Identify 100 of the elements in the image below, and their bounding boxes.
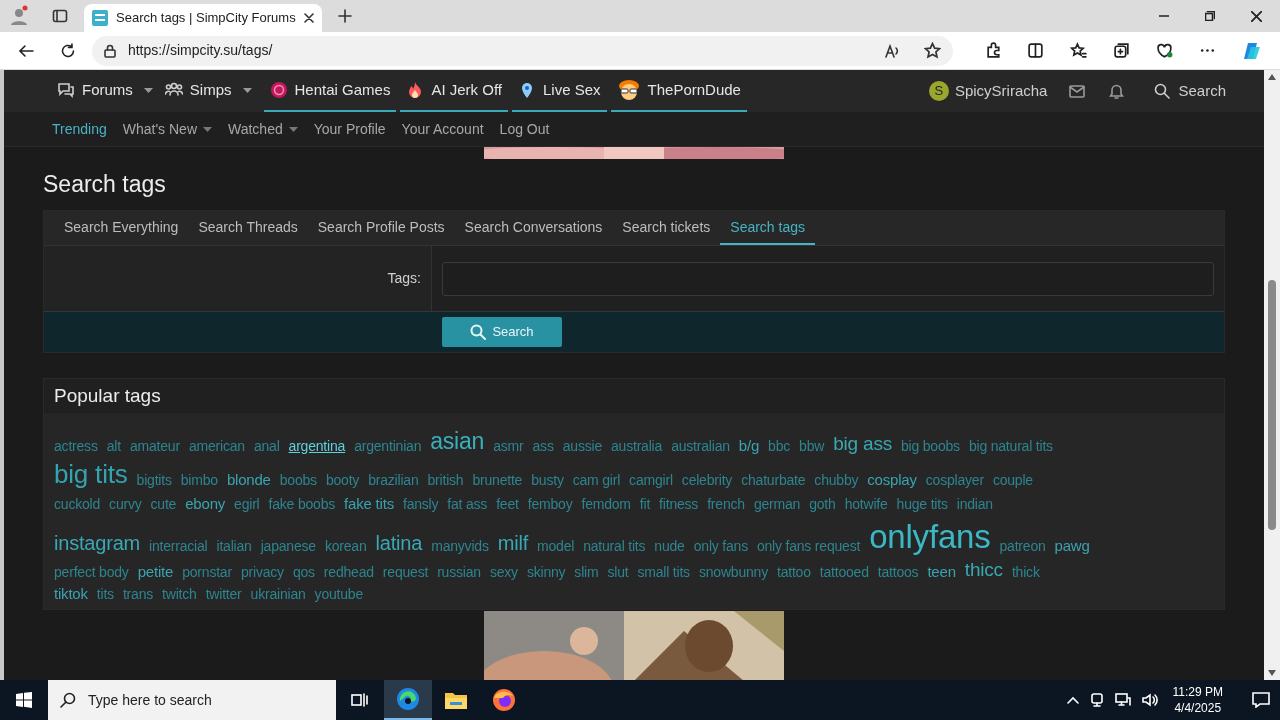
tag-link[interactable]: tattooed xyxy=(819,565,869,579)
search-tab[interactable]: Search tickets xyxy=(612,211,721,245)
search-link[interactable]: Search xyxy=(1154,79,1226,103)
close-icon[interactable] xyxy=(1251,10,1262,22)
search-tab[interactable]: Search Threads xyxy=(188,211,308,245)
tag-link[interactable]: pawg xyxy=(1054,538,1090,553)
tag-link[interactable]: big natural tits xyxy=(968,439,1053,453)
tag-link[interactable]: chubby xyxy=(814,473,859,487)
task-view-icon[interactable] xyxy=(351,692,369,708)
tag-link[interactable]: tits xyxy=(96,587,114,601)
tag-link[interactable]: patreon xyxy=(999,539,1046,553)
tag-link[interactable]: manyvids xyxy=(431,539,489,553)
tag-link[interactable]: tattoos xyxy=(877,565,919,579)
tag-link[interactable]: b/g xyxy=(738,438,760,453)
tag-link[interactable]: celebrity xyxy=(681,473,733,487)
tag-link[interactable]: perfect body xyxy=(54,565,129,579)
tag-link[interactable]: bigtits xyxy=(136,473,172,487)
network-icon[interactable] xyxy=(1114,693,1131,707)
tag-link[interactable]: brazilian xyxy=(368,473,419,487)
tag-link[interactable]: skinny xyxy=(526,565,566,579)
tag-link[interactable]: actress xyxy=(54,439,98,453)
tag-link[interactable]: ass xyxy=(532,439,554,453)
tag-link[interactable]: boobs xyxy=(279,473,317,487)
tag-link[interactable]: fake boobs xyxy=(268,497,336,511)
scroll-down-icon[interactable] xyxy=(1268,670,1276,676)
tag-link[interactable]: russian xyxy=(437,565,481,579)
tag-link[interactable]: model xyxy=(537,539,575,553)
tag-link[interactable]: booty xyxy=(325,473,360,487)
tag-link[interactable]: interracial xyxy=(149,539,208,553)
favorites-icon[interactable] xyxy=(1070,42,1088,59)
subnav-link[interactable]: Your Profile xyxy=(313,118,386,140)
tag-link[interactable]: fit xyxy=(639,497,651,511)
tag-link[interactable]: teen xyxy=(927,564,956,579)
tag-link[interactable]: french xyxy=(707,497,745,511)
split-screen-icon[interactable] xyxy=(1027,42,1045,59)
folder-icon[interactable] xyxy=(444,690,468,710)
tag-link[interactable]: only fans request xyxy=(756,539,861,553)
tag-link[interactable]: argentina xyxy=(288,439,346,453)
tag-link[interactable]: amateur xyxy=(129,439,180,453)
tag-link[interactable]: camgirl xyxy=(629,473,673,487)
copilot-icon[interactable] xyxy=(1242,40,1263,61)
tag-link[interactable]: small tits xyxy=(637,565,690,579)
read-aloud-icon[interactable] xyxy=(883,42,900,59)
tag-link[interactable]: australian xyxy=(671,439,730,453)
tag-link[interactable]: fansly xyxy=(402,497,439,511)
tag-link[interactable]: instagram xyxy=(54,533,140,553)
restore-icon[interactable] xyxy=(1205,11,1215,21)
tag-link[interactable]: cosplayer xyxy=(925,473,984,487)
tag-link[interactable]: italian xyxy=(216,539,252,553)
chevron-up-icon[interactable] xyxy=(1066,696,1079,704)
clock[interactable]: 11:29 PM 4/4/2025 xyxy=(1168,684,1227,716)
tag-link[interactable]: twitter xyxy=(205,587,242,601)
tags-input-field[interactable] xyxy=(442,261,1214,296)
tag-link[interactable]: bbc xyxy=(768,439,791,453)
tag-link[interactable]: natural tits xyxy=(583,539,646,553)
tag-link[interactable]: british xyxy=(427,473,464,487)
tag-link[interactable]: asmr xyxy=(493,439,524,453)
back-icon[interactable] xyxy=(18,42,34,59)
tag-link[interactable]: fitness xyxy=(659,497,699,511)
tag-link[interactable]: fake tits xyxy=(344,496,394,511)
tag-link[interactable]: busty xyxy=(531,473,564,487)
scrollbar-thumb[interactable] xyxy=(1268,280,1276,530)
address-bar[interactable]: https://simpcity.su/tags/ xyxy=(91,35,953,66)
tag-link[interactable]: big boobs xyxy=(901,439,960,453)
tag-link[interactable]: couple xyxy=(992,473,1033,487)
tag-link[interactable]: qos xyxy=(292,565,315,579)
tag-link[interactable]: australia xyxy=(611,439,663,453)
tag-link[interactable]: tiktok xyxy=(54,586,88,601)
tag-link[interactable]: huge tits xyxy=(896,497,948,511)
edge-taskbar-button[interactable] xyxy=(384,680,432,720)
tag-link[interactable]: request xyxy=(382,565,429,579)
search-tab[interactable]: Search Conversations xyxy=(454,211,613,245)
nav-tab[interactable]: Forums xyxy=(51,70,159,112)
tag-link[interactable]: femboy xyxy=(527,497,573,511)
mail-icon[interactable] xyxy=(1069,84,1086,98)
close-icon[interactable] xyxy=(304,13,314,23)
notification-icon[interactable] xyxy=(1252,692,1270,708)
tag-link[interactable]: asian xyxy=(430,430,485,453)
browser-tab[interactable]: Search tags | SimpCity Forums xyxy=(84,4,322,32)
tag-link[interactable]: petite xyxy=(137,564,174,579)
taskbar-search-field[interactable]: Type here to search xyxy=(48,680,336,720)
tag-link[interactable]: thick xyxy=(1011,565,1040,579)
tag-link[interactable]: indian xyxy=(956,497,993,511)
tag-link[interactable]: chaturbate xyxy=(741,473,806,487)
tag-link[interactable]: youtube xyxy=(314,587,363,601)
tag-link[interactable]: trans xyxy=(122,587,154,601)
tag-link[interactable]: redhead xyxy=(323,565,374,579)
tag-link[interactable]: korean xyxy=(324,539,367,553)
tag-link[interactable]: german xyxy=(753,497,801,511)
nav-tab[interactable]: Simps xyxy=(158,70,258,112)
tag-link[interactable]: feet xyxy=(496,497,519,511)
scroll-up-icon[interactable] xyxy=(1268,74,1276,80)
tag-link[interactable]: cute xyxy=(150,497,177,511)
tag-link[interactable]: aussie xyxy=(562,439,602,453)
tag-link[interactable]: twitch xyxy=(162,587,197,601)
subnav-link[interactable]: Trending xyxy=(52,118,107,140)
tab-actions-icon[interactable] xyxy=(52,8,68,24)
new-tab-icon[interactable] xyxy=(338,9,352,23)
tag-link[interactable]: brunette xyxy=(472,473,523,487)
tag-link[interactable]: snowbunny xyxy=(698,565,768,579)
